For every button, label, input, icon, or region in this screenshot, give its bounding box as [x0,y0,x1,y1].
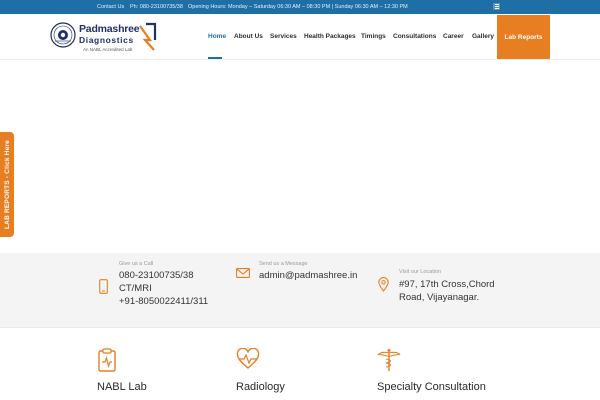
nav-item-about-us[interactable]: About Us [234,33,263,40]
logo-brand-line2: Diagnostics [79,35,134,45]
location-label: Visit our Location [399,269,442,275]
nav-active-indicator [208,57,222,59]
call-line: CT/MRI [119,283,152,294]
site-logo[interactable]: Padmashree Diagnostics An NABL Accredite… [50,20,160,56]
top-bar: Contact Us Ph: 080-23100735/38 Opening H… [0,0,600,14]
menu-icon-bar [494,8,499,9]
call-label: Give us a Call [119,261,154,267]
envelope-icon [236,268,250,278]
call-line[interactable]: 080-23100735/38 [119,270,194,281]
nav-item-gallery[interactable]: Gallery [472,33,494,40]
service-title: NABL Lab [97,381,147,393]
lab-reports-side-tab[interactable]: LAB REPORTS - Click Here [0,132,14,237]
menu-icon-bar [494,6,499,7]
address-line: Road, Vijayanagar. [399,292,480,303]
contact-us-link[interactable]: Contact Us [97,4,124,10]
caduceus-icon [377,349,401,371]
map-pin-icon [378,277,389,292]
service-title: Radiology [236,381,285,393]
topbar-menu-toggle[interactable] [493,3,500,10]
topbar-phone: Ph: 080-23100735/38 [130,4,183,10]
nav-item-career[interactable]: Career [443,33,464,40]
lab-reports-button[interactable]: Lab Reports [497,15,550,59]
nav-item-services[interactable]: Services [270,33,297,40]
side-tab-label: LAB REPORTS - Click Here [3,140,11,229]
logo-brand-line1: Padmashree [79,23,140,35]
logo-tagline: An NABL Accredited Lab [83,47,133,52]
logo-mark-icon [139,22,157,51]
message-label: Send us a Message [259,261,308,267]
topbar-hours: Opening Hours: Monday – Saturday 06:30 A… [188,4,408,10]
logo-seal-icon [50,22,76,48]
nav-item-timings[interactable]: Timings [361,33,386,40]
clipboard-icon [98,348,116,372]
phone-icon [99,279,108,294]
nav-item-home[interactable]: Home [208,33,226,40]
contact-band: Give us a Call 080-23100735/38 CT/MRI +9… [0,253,600,328]
heartbeat-icon [236,348,260,369]
nav-item-consultations[interactable]: Consultations [393,33,436,40]
menu-icon-bar [494,4,499,5]
nav-item-health-packages[interactable]: Health Packages [304,33,356,40]
site-header: Padmashree Diagnostics An NABL Accredite… [0,14,600,60]
call-line[interactable]: +91-8050022411/311 [119,296,208,307]
service-title: Specialty Consultation [377,381,486,393]
email-link[interactable]: admin@padmashree.in [259,270,357,281]
address-line: #97, 17th Cross,Chord [399,279,495,290]
page: Contact Us Ph: 080-23100735/38 Opening H… [0,0,600,400]
